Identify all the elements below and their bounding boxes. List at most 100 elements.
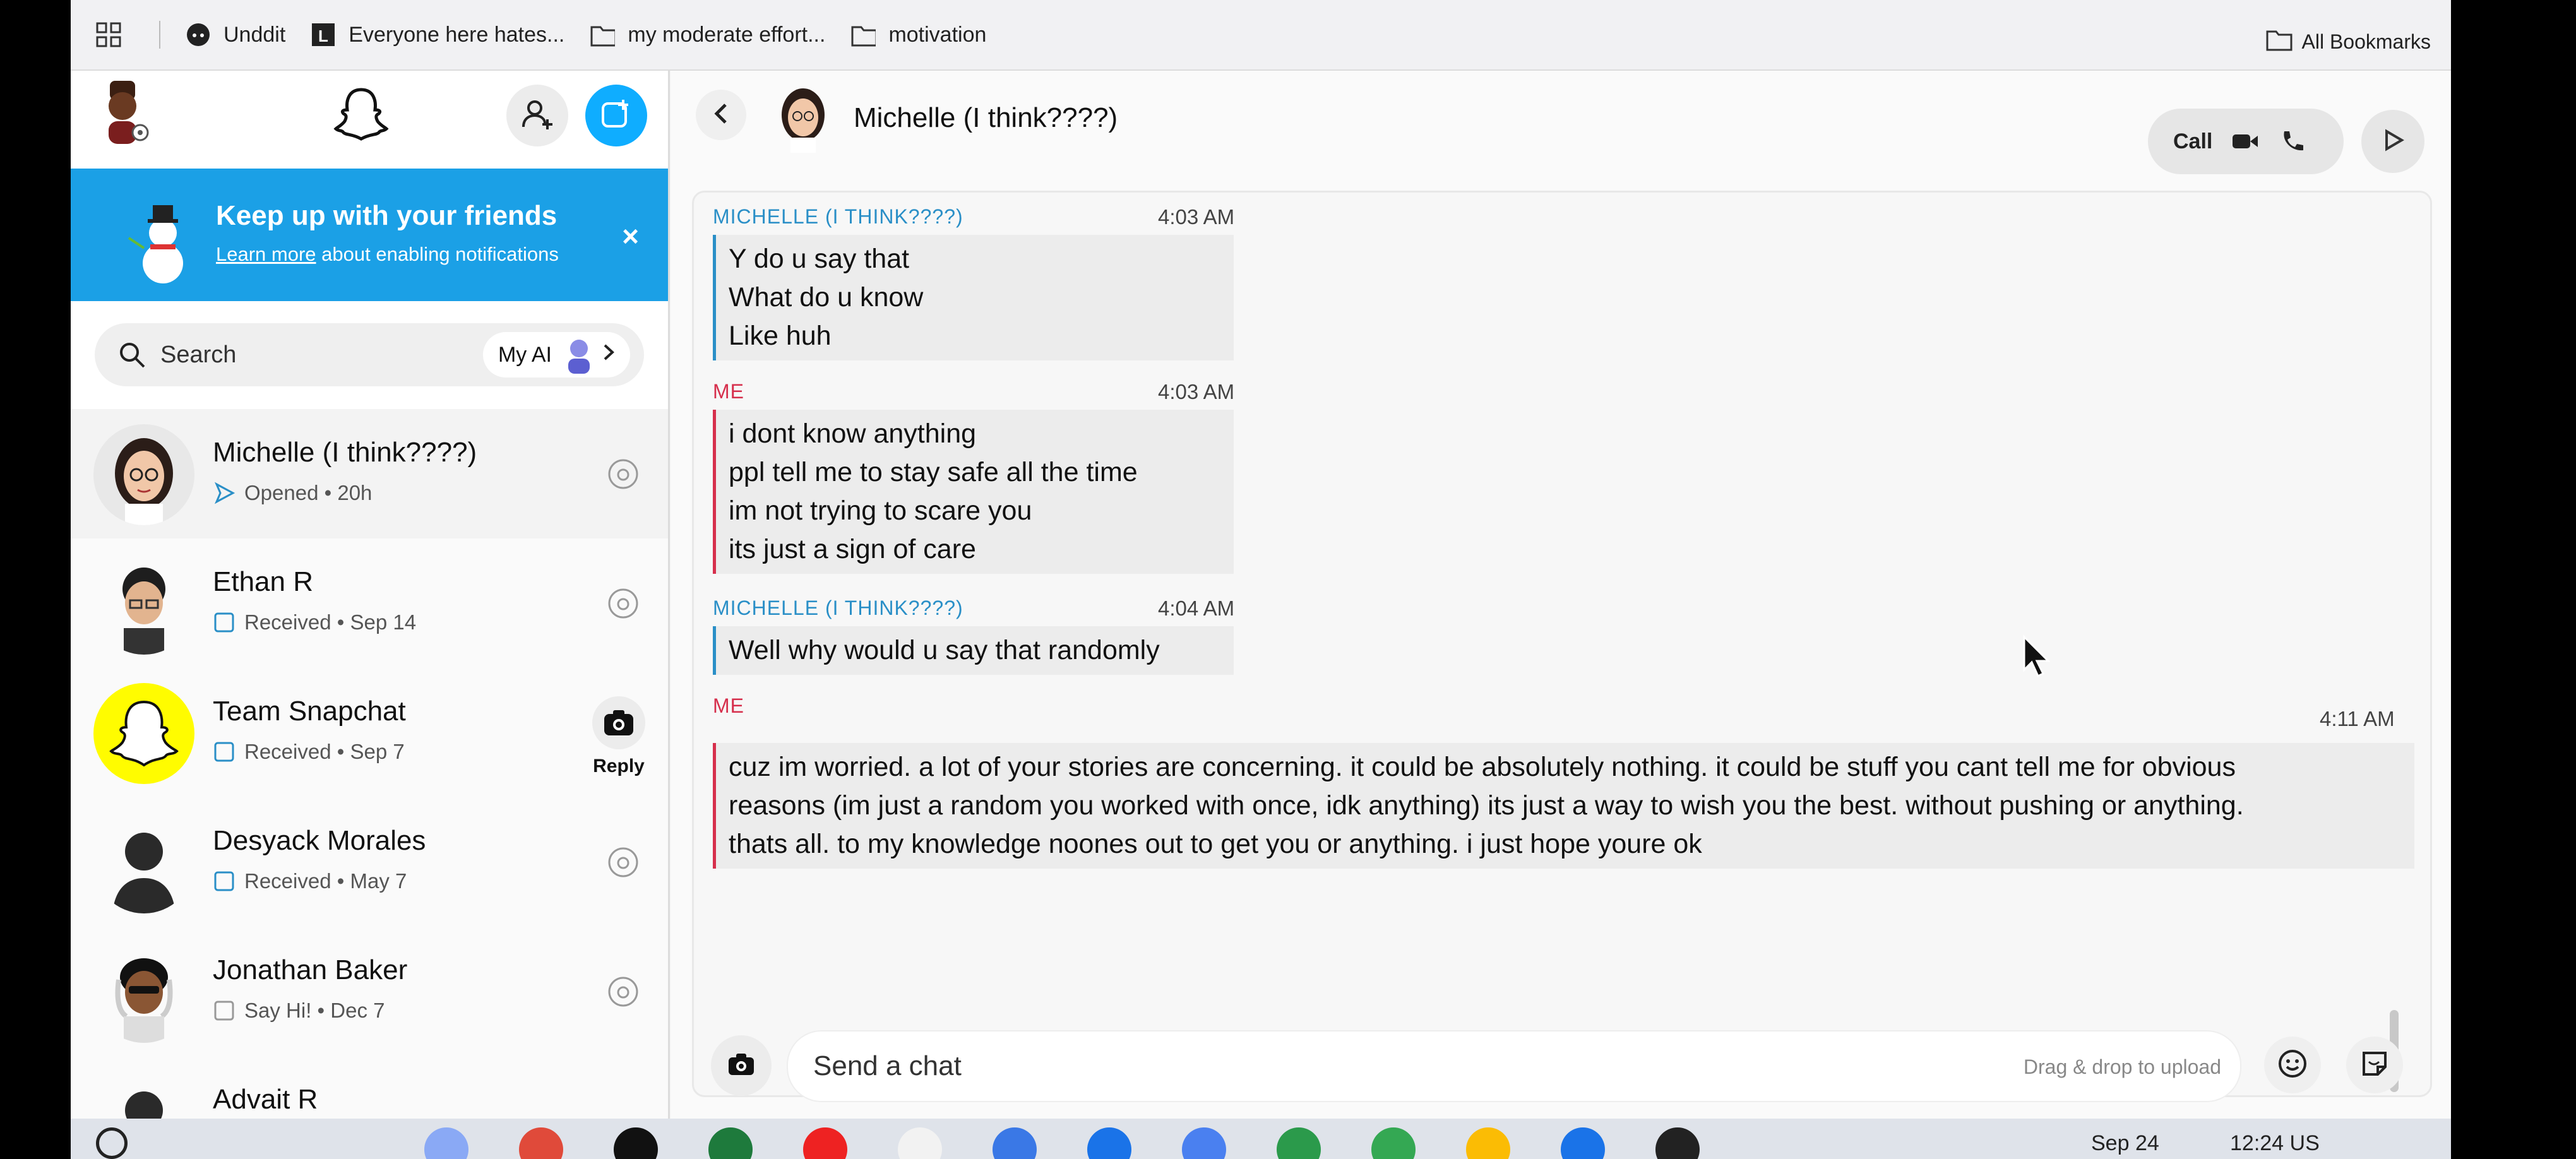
chrome-icon[interactable]: [519, 1127, 563, 1159]
reply-button[interactable]: Reply: [588, 696, 649, 777]
taskbar-date[interactable]: Sep 24: [2091, 1131, 2159, 1156]
video-call-icon[interactable]: [2231, 128, 2259, 155]
camera-button[interactable]: [711, 1035, 772, 1096]
sticker-icon: [2359, 1048, 2390, 1083]
my-ai-avatar: [562, 336, 596, 374]
bookmark-unddit[interactable]: Unddit: [186, 13, 285, 57]
emoji-icon: [2277, 1048, 2308, 1083]
calendar-icon[interactable]: [993, 1127, 1037, 1159]
chat-title[interactable]: Michelle (I think????): [854, 102, 1118, 134]
chat-item-team-snapchat[interactable]: Team Snapchat Received • Sep 7 Reply: [71, 668, 668, 799]
chat-item-ethan[interactable]: Ethan R Received • Sep 14: [71, 538, 668, 670]
learn-more-link[interactable]: Learn more: [216, 243, 316, 265]
folder-icon: [850, 22, 876, 47]
apps-button[interactable]: [96, 13, 134, 57]
camera-icon[interactable]: [606, 586, 640, 621]
reply-label: Reply: [593, 756, 645, 776]
chat-sidebar: Keep up with your friends Learn more abo…: [71, 71, 670, 1159]
taskbar-time[interactable]: 12:24 US: [2230, 1131, 2320, 1156]
message-line: its just a sign of care: [729, 534, 976, 564]
play-button[interactable]: [2361, 110, 2424, 173]
chat-header: Michelle (I think????) Call: [671, 71, 2451, 174]
bookmark-folder-moderate-effort[interactable]: my moderate effort...: [590, 13, 825, 57]
message-line: thats all. to my knowledge noones out to…: [729, 829, 1702, 859]
my-ai-button[interactable]: My AI: [482, 332, 630, 377]
chat-input[interactable]: Send a chat Drag & drop to upload: [787, 1030, 2241, 1102]
gemini-icon[interactable]: [424, 1127, 468, 1159]
bookmark-everyone-here-hates[interactable]: L Everyone here hates...: [311, 13, 564, 57]
close-notification-button[interactable]: ×: [622, 219, 639, 253]
photos-icon[interactable]: [1466, 1127, 1510, 1159]
play-icon: [2380, 128, 2406, 156]
chat-time: Dec 7: [330, 999, 385, 1022]
app-icon[interactable]: [1182, 1127, 1226, 1159]
phone-icon[interactable]: [2278, 128, 2306, 155]
chat-meta: Say Hi! • Dec 7: [213, 999, 385, 1023]
chat-avatar[interactable]: [772, 83, 835, 153]
chat-status: Say Hi!: [244, 999, 312, 1022]
all-bookmarks-label: All Bookmarks: [2301, 30, 2431, 53]
all-bookmarks-button[interactable]: All Bookmarks: [2265, 27, 2431, 57]
bookmark-label: motivation: [888, 22, 987, 47]
message-bubble[interactable]: Y do u say that What do u know Like huh: [713, 235, 1234, 360]
sticker-button[interactable]: [2346, 1037, 2403, 1093]
chat-item-desyack[interactable]: Desyack Morales Received • May 7: [71, 797, 668, 929]
separator: •: [337, 740, 345, 763]
snapchat-ghost-icon[interactable]: [330, 83, 393, 146]
chevron-left-icon: [712, 101, 730, 129]
avatar: [93, 554, 194, 655]
files-icon[interactable]: [1087, 1127, 1131, 1159]
call-label[interactable]: Call: [2173, 129, 2212, 154]
message-line: What do u know: [729, 282, 924, 312]
mouse-cursor-icon: [2022, 634, 2053, 679]
chat-status: Received: [244, 740, 331, 763]
call-button-group: Call: [2148, 109, 2344, 174]
profile-avatar[interactable]: [95, 77, 158, 146]
gmail-icon[interactable]: [898, 1127, 942, 1159]
chat-name: Michelle (I think????): [213, 437, 477, 468]
avatar: [93, 942, 194, 1043]
chat-status: Opened: [244, 481, 319, 504]
chat-item-michelle[interactable]: Michelle (I think????) Opened • 20h: [71, 409, 668, 540]
avatar: [93, 424, 194, 525]
terminal-icon[interactable]: [1655, 1127, 1700, 1159]
camera-icon[interactable]: [606, 845, 640, 879]
chat-item-jonathan[interactable]: Jonathan Baker Say Hi! • Dec 7: [71, 927, 668, 1058]
bookmark-folder-motivation[interactable]: motivation: [850, 13, 986, 57]
message-line: reasons (im just a random you worked wit…: [729, 790, 2244, 821]
message-bubble[interactable]: i dont know anything ppl tell me to stay…: [713, 410, 1234, 574]
chat-icon: [213, 740, 236, 763]
search-bar[interactable]: Search My AI: [95, 323, 644, 386]
meet-icon[interactable]: [1277, 1127, 1321, 1159]
app-icon[interactable]: [614, 1127, 658, 1159]
message-time: 4:03 AM: [1158, 205, 1235, 229]
new-chat-button[interactable]: [585, 85, 647, 146]
camera-icon[interactable]: [606, 457, 640, 491]
bookmarks-bar: Unddit L Everyone here hates... my moder…: [71, 0, 2451, 71]
camera-icon: [592, 696, 645, 749]
compose-bar: Send a chat Drag & drop to upload: [692, 1030, 2428, 1102]
mail-icon[interactable]: [1561, 1127, 1605, 1159]
chat-name: Jonathan Baker: [213, 954, 408, 985]
youtube-icon[interactable]: [803, 1127, 847, 1159]
notification-subtitle-text: about enabling notifications: [316, 243, 559, 265]
app-icon[interactable]: [708, 1127, 753, 1159]
launcher-icon[interactable]: [96, 1127, 128, 1159]
add-friend-button[interactable]: [506, 85, 568, 146]
camera-icon[interactable]: [606, 975, 640, 1009]
drag-drop-hint: Drag & drop to upload: [2023, 1055, 2221, 1078]
message-group: MICHELLE (I THINK????) 4:04 AM Well why …: [713, 597, 1243, 675]
play-store-icon[interactable]: [1371, 1127, 1416, 1159]
reddit-icon: [186, 22, 211, 47]
back-button[interactable]: [696, 90, 746, 140]
emoji-button[interactable]: [2264, 1037, 2321, 1093]
chat-meta: Received • Sep 7: [213, 740, 405, 764]
message-bubble[interactable]: Well why would u say that randomly: [713, 626, 1234, 675]
chat-name: Ethan R: [213, 566, 313, 597]
chat-time: 20h: [337, 481, 373, 504]
chat-name: Desyack Morales: [213, 825, 426, 856]
message-bubble[interactable]: cuz im worried. a lot of your stories ar…: [713, 743, 2414, 869]
chat-status: Received: [244, 610, 331, 634]
add-friend-icon: [520, 97, 555, 135]
folder-icon: [2265, 27, 2293, 57]
